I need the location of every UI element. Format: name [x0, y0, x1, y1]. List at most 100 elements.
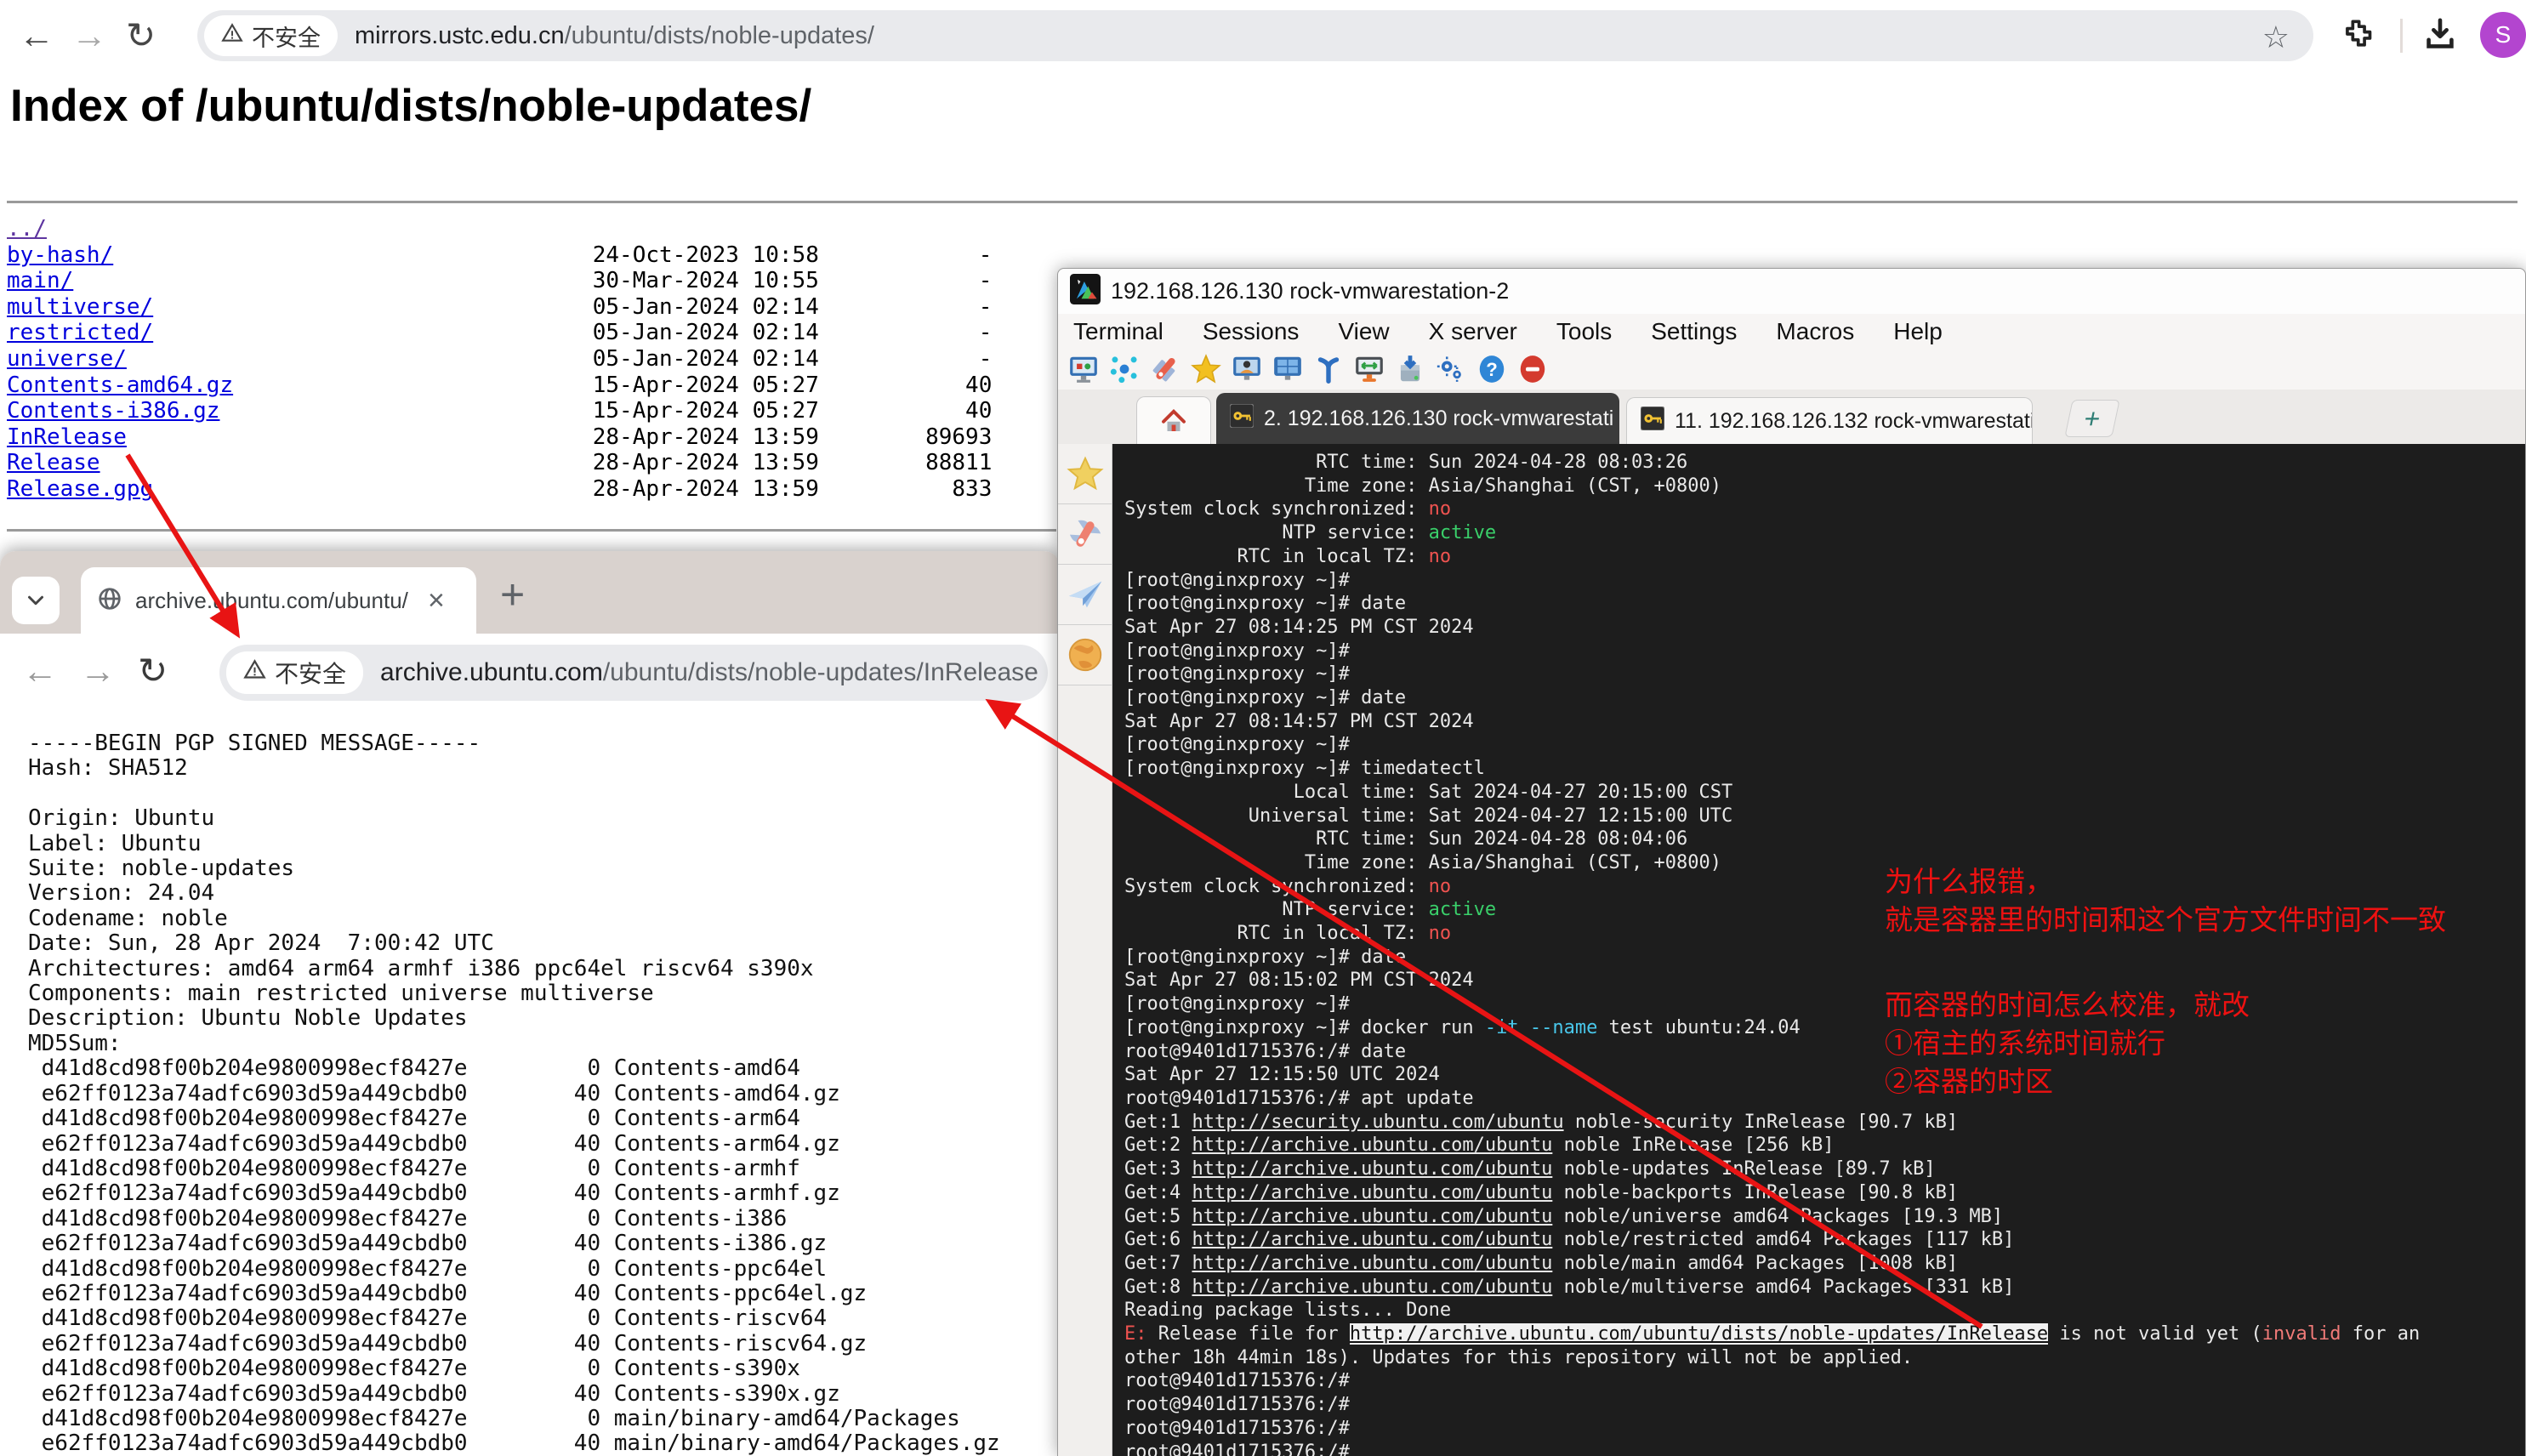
address-bar[interactable]: 不安全 mirrors.ustc.edu.cn/ubuntu/dists/nob… — [197, 10, 2313, 61]
terminal-line: Sat Apr 27 12:15:50 UTC 2024 — [1124, 1063, 2525, 1087]
pgp-line: MD5Sum: — [28, 1032, 1000, 1056]
session-icon[interactable] — [1067, 352, 1101, 386]
terminal-tab-active[interactable]: 2. 192.168.126.130 rock-vmwarestati ✕ — [1216, 393, 1619, 444]
terminal-line: root@9401d1715376:/# date — [1124, 1040, 2525, 1064]
terminal-line: RTC time: Sun 2024-04-28 08:03:26 — [1124, 451, 2525, 475]
sessions-view-icon[interactable] — [1230, 352, 1264, 386]
downloads-icon[interactable] — [2421, 15, 2460, 59]
pgp-line: Codename: noble — [28, 907, 1000, 931]
file-meta: 24-Oct-2023 10:58 - — [113, 242, 992, 268]
profile-avatar[interactable]: S — [2480, 12, 2526, 58]
sidebar-paper-plane-icon[interactable] — [1058, 565, 1112, 625]
terminal-line: root@9401d1715376:/# — [1124, 1441, 2525, 1456]
settings-icon[interactable] — [1434, 352, 1468, 386]
globe-favicon-icon — [96, 585, 123, 617]
menu-help[interactable]: Help — [1893, 318, 1943, 345]
forward-icon[interactable]: → — [80, 647, 116, 695]
tab-close-icon[interactable]: × — [428, 584, 445, 617]
file-link[interactable]: Release — [7, 450, 100, 475]
menu-macros[interactable]: Macros — [1776, 318, 1854, 345]
divider-bottom — [7, 529, 1056, 532]
back-icon[interactable]: ← — [22, 647, 58, 695]
tab-search-button[interactable] — [12, 577, 60, 624]
file-link[interactable]: Contents-i386.gz — [7, 398, 219, 424]
servers-icon[interactable] — [1107, 352, 1141, 386]
annotation-line: 而容器的时间怎么校准，就改 — [1885, 986, 2250, 1024]
terminal-line: [root@nginxproxy ~]# — [1124, 640, 2525, 663]
listing-row: InRelease 28-Apr-2024 13:59 89693 — [7, 424, 992, 451]
security-chip[interactable]: 不安全 — [204, 15, 338, 56]
tools-icon[interactable] — [1148, 352, 1182, 386]
menu-view[interactable]: View — [1338, 318, 1389, 345]
file-link[interactable]: InRelease — [7, 424, 127, 450]
multiexec-icon[interactable] — [1311, 352, 1345, 386]
terminal-tab-inactive[interactable]: 11. 192.168.126.132 rock-vmwarestati ✕ — [1626, 397, 2033, 444]
home-tab-button[interactable] — [1136, 396, 1211, 444]
terminal-line: Get:8 http://archive.ubuntu.com/ubuntu n… — [1124, 1276, 2525, 1300]
back-icon[interactable]: ← — [19, 12, 54, 60]
file-link[interactable]: Contents-amd64.gz — [7, 373, 233, 398]
forward-icon[interactable]: → — [71, 12, 107, 60]
md5-row: e62ff0123a74adfc6903d59a449cbdb0 40 Cont… — [28, 1382, 1000, 1407]
pgp-line: Components: main restricted universe mul… — [28, 981, 1000, 1006]
annotation-line: 就是容器里的时间和这个官方文件时间不一致 — [1885, 901, 2446, 939]
listing-row: Release 28-Apr-2024 13:59 88811 — [7, 450, 992, 476]
terminal-line: Get:5 http://archive.ubuntu.com/ubuntu n… — [1124, 1205, 2525, 1229]
terminal-line: Get:6 http://archive.ubuntu.com/ubuntu n… — [1124, 1228, 2525, 1252]
bookmark-star-icon[interactable]: ☆ — [2262, 20, 2290, 55]
pgp-line: Origin: Ubuntu — [28, 806, 1000, 831]
tunneling-icon[interactable] — [1352, 352, 1386, 386]
terminal-line: Universal time: Sat 2024-04-27 12:15:00 … — [1124, 805, 2525, 828]
file-meta: 15-Apr-2024 05:27 40 — [233, 373, 992, 398]
md5-row: d41d8cd98f00b204e9800998ecf8427e 0 main/… — [28, 1407, 1000, 1431]
terminal-window-title: 192.168.126.130 rock-vmwarestation-2 — [1111, 278, 1509, 304]
reload-icon[interactable]: ↻ — [138, 647, 168, 695]
pgp-line: Hash: SHA512 — [28, 756, 1000, 781]
md5-row: d41d8cd98f00b204e9800998ecf8427e 0 Conte… — [28, 1056, 1000, 1081]
file-link[interactable]: universe/ — [7, 346, 127, 372]
md5-row: d41d8cd98f00b204e9800998ecf8427e 0 Conte… — [28, 1306, 1000, 1331]
terminal-line: root@9401d1715376:/# — [1124, 1417, 2525, 1441]
help-icon[interactable]: ? — [1475, 352, 1509, 386]
reload-icon[interactable]: ↻ — [126, 12, 156, 60]
md5-row: e62ff0123a74adfc6903d59a449cbdb0 40 Cont… — [28, 1082, 1000, 1106]
terminal-line: [root@nginxproxy ~]# docker run -it --na… — [1124, 1016, 2525, 1040]
sidebar-knife-icon[interactable] — [1058, 504, 1112, 565]
annotation-how-to-fix: 而容器的时间怎么校准，就改①宿主的系统时间就行②容器的时区 — [1885, 986, 2250, 1101]
terminal-titlebar[interactable]: 192.168.126.130 rock-vmwarestation-2 — [1058, 269, 2525, 314]
file-link[interactable]: by-hash/ — [7, 242, 113, 268]
terminal-screen[interactable]: RTC time: Sun 2024-04-28 08:03:26 Time z… — [1112, 444, 2525, 1456]
menu-x-server[interactable]: X server — [1429, 318, 1517, 345]
packages-icon[interactable] — [1393, 352, 1427, 386]
menu-terminal[interactable]: Terminal — [1073, 318, 1163, 345]
file-link[interactable]: main/ — [7, 268, 73, 293]
file-link[interactable]: Release.gpg — [7, 476, 153, 502]
divider-top — [7, 201, 2517, 203]
file-link[interactable]: ../ — [7, 216, 47, 242]
new-tab-button[interactable]: + — [500, 570, 525, 619]
warning-icon — [221, 22, 243, 50]
exit-icon[interactable] — [1516, 352, 1550, 386]
new-terminal-tab-button[interactable]: + — [2064, 400, 2119, 437]
address-bar-2[interactable]: 不安全 archive.ubuntu.com/ubuntu/dists/nobl… — [219, 645, 1048, 701]
md5-row: e62ff0123a74adfc6903d59a449cbdb0 40 Cont… — [28, 1282, 1000, 1306]
page-title: Index of /ubuntu/dists/noble-updates/ — [10, 80, 811, 132]
browser-tab[interactable]: archive.ubuntu.com/ubuntu/ × — [81, 567, 476, 634]
menu-tools[interactable]: Tools — [1556, 318, 1612, 345]
games-icon[interactable] — [1189, 352, 1223, 386]
extensions-icon[interactable] — [2337, 15, 2375, 57]
md5-row: d41d8cd98f00b204e9800998ecf8427e 0 Conte… — [28, 1257, 1000, 1282]
menu-sessions[interactable]: Sessions — [1203, 318, 1300, 345]
terminal-line: root@9401d1715376:/# — [1124, 1369, 2525, 1393]
sidebar-globe-icon[interactable] — [1058, 625, 1112, 685]
tab-title: archive.ubuntu.com/ubuntu/ — [135, 588, 416, 614]
terminal-line: Time zone: Asia/Shanghai (CST, +0800) — [1124, 475, 2525, 498]
security-chip-2[interactable]: 不安全 — [226, 651, 363, 694]
browser-toolbar-2: ← → ↻ 不安全 archive.ubuntu.com/ubuntu/dist… — [0, 634, 1060, 713]
sidebar-star-icon[interactable] — [1058, 444, 1112, 504]
split-view-icon[interactable] — [1271, 352, 1305, 386]
menu-settings[interactable]: Settings — [1651, 318, 1737, 345]
file-link[interactable]: multiverse/ — [7, 294, 153, 320]
security-label-2: 不安全 — [275, 656, 346, 690]
file-link[interactable]: restricted/ — [7, 320, 153, 345]
